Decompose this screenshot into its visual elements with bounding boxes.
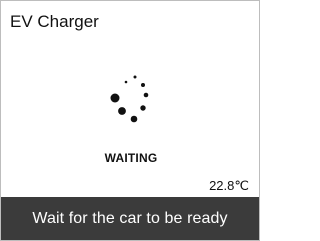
ev-charger-screen: EV Charger WAITING 22.8℃ Wait for the ca… bbox=[0, 0, 260, 241]
status-footer: Wait for the car to be ready bbox=[1, 197, 259, 240]
temperature-value: 22.8 bbox=[209, 178, 235, 193]
footer-message: Wait for the car to be ready bbox=[32, 209, 228, 227]
temperature-unit: ℃ bbox=[234, 178, 249, 193]
app-title: EV Charger bbox=[10, 12, 99, 31]
temperature-readout: 22.8℃ bbox=[209, 178, 249, 194]
loading-dots-icon bbox=[102, 71, 160, 129]
charger-status-label: WAITING bbox=[104, 151, 158, 165]
